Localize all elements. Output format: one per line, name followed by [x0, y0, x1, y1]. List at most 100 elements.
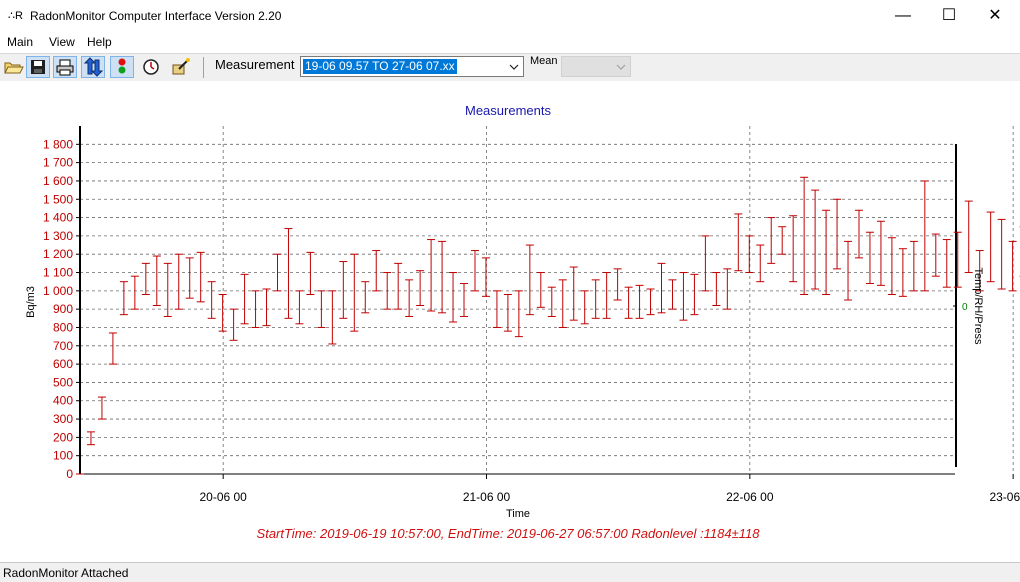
traffic-light-icon	[118, 58, 126, 74]
transfer-icon	[83, 57, 104, 77]
error-bar	[185, 257, 194, 299]
y-tick-label: 200	[53, 430, 73, 444]
title-bar: ∴R RadonMonitor Computer Interface Versi…	[0, 0, 1020, 32]
error-bar	[887, 237, 896, 296]
error-bar	[119, 281, 128, 316]
y-tick-label: 1 200	[43, 247, 73, 261]
print-button[interactable]	[53, 56, 77, 78]
x-tick-label: 23-06 00	[989, 490, 1020, 504]
error-bar	[383, 272, 392, 310]
error-bar	[536, 272, 545, 308]
wizard-icon	[172, 58, 190, 75]
error-bar	[394, 262, 403, 310]
open-button[interactable]	[1, 56, 25, 78]
y-tick-label: 1 100	[43, 266, 73, 280]
error-bar	[328, 290, 337, 345]
clock-icon	[143, 59, 159, 75]
error-bar	[668, 279, 677, 310]
error-bar	[624, 286, 633, 319]
chevron-down-icon	[616, 64, 626, 70]
error-bar	[778, 226, 787, 255]
error-bar	[503, 294, 512, 332]
error-bar	[317, 290, 326, 328]
save-button[interactable]	[26, 56, 50, 78]
error-bar	[86, 431, 95, 446]
error-bar	[701, 235, 710, 292]
wizard-button[interactable]	[168, 56, 192, 78]
y-tick-label: 600	[53, 357, 73, 371]
error-bar	[964, 200, 973, 274]
clock-button[interactable]	[139, 56, 163, 78]
error-bar	[427, 239, 436, 312]
error-bar	[986, 211, 995, 283]
error-bar	[152, 255, 161, 306]
maximize-button[interactable]: ☐	[926, 0, 972, 32]
error-bar	[591, 279, 600, 319]
toolbar: Measurement 19-06 09.57 TO 27-06 07.xx M…	[0, 53, 1020, 82]
error-bar	[218, 294, 227, 332]
error-bar	[767, 217, 776, 264]
y-tick-label: 1 300	[43, 229, 73, 243]
error-bar	[931, 233, 940, 277]
error-bar	[251, 290, 260, 328]
error-bar	[613, 268, 622, 301]
error-bar	[789, 215, 798, 283]
y2-axis-label: Temp/RH/Press	[972, 267, 984, 345]
error-bar	[262, 288, 271, 327]
minimize-button[interactable]: —	[880, 0, 926, 32]
toolbar-separator	[203, 57, 204, 78]
menu-bar: Main View Help	[0, 32, 1020, 52]
transfer-button[interactable]	[81, 56, 105, 78]
y-tick-label: 400	[53, 394, 73, 408]
error-bar	[997, 218, 1006, 290]
error-bar	[141, 262, 150, 296]
measurements-chart: Measurements 0 100 200 300 400 500 600 700 800 90…	[25, 103, 1020, 541]
app-icon: ∴R	[8, 10, 23, 22]
error-bar	[229, 308, 238, 341]
error-bar	[295, 290, 304, 325]
menu-view[interactable]: View	[49, 35, 75, 49]
menu-help[interactable]: Help	[87, 35, 112, 49]
chart-title: Measurements	[465, 103, 551, 118]
x-tick-label: 21-06 00	[463, 490, 511, 504]
save-icon	[31, 60, 45, 74]
chart-footer: StartTime: 2019-06-19 10:57:00, EndTime:…	[257, 526, 761, 541]
measurement-select[interactable]: 19-06 09.57 TO 27-06 07.xx	[300, 56, 524, 77]
x-tick-label: 20-06 00	[199, 490, 247, 504]
y-tick-label: 800	[53, 320, 73, 334]
error-bar	[558, 279, 567, 328]
mean-select[interactable]	[561, 56, 631, 77]
y-tick-label: 100	[53, 449, 73, 463]
error-bar	[569, 266, 578, 321]
error-bar	[756, 244, 765, 283]
error-bar	[306, 251, 315, 296]
error-bar	[1008, 240, 1017, 292]
error-bar	[898, 248, 907, 297]
y-tick-label: 1 600	[43, 174, 73, 188]
y-tick-label: 1 000	[43, 284, 73, 298]
error-bar	[635, 284, 644, 319]
error-bar	[163, 262, 172, 317]
measurement-value: 19-06 09.57 TO 27-06 07.xx	[303, 59, 457, 74]
error-bar	[174, 253, 183, 310]
error-bar	[811, 189, 820, 290]
y-tick-label: 1 400	[43, 211, 73, 225]
print-icon	[56, 59, 74, 76]
y-tick-label: 0	[66, 467, 73, 481]
close-button[interactable]: ✕	[972, 0, 1018, 32]
menu-main[interactable]: Main	[7, 35, 33, 49]
y-tick-label: 1 700	[43, 156, 73, 170]
error-bar	[865, 231, 874, 285]
error-bar	[470, 250, 479, 292]
traffic-light-button[interactable]	[110, 56, 134, 78]
error-bar	[416, 270, 425, 306]
y-tick-label: 500	[53, 375, 73, 389]
y-tick-label: 700	[53, 339, 73, 353]
status-bar: RadonMonitor Attached	[0, 562, 1020, 582]
y-axis-label: Bq/m3	[25, 286, 37, 318]
error-bar	[909, 240, 918, 292]
error-bar	[942, 239, 951, 288]
error-bar	[438, 240, 447, 314]
error-bar	[602, 272, 611, 319]
error-bar	[372, 250, 381, 292]
